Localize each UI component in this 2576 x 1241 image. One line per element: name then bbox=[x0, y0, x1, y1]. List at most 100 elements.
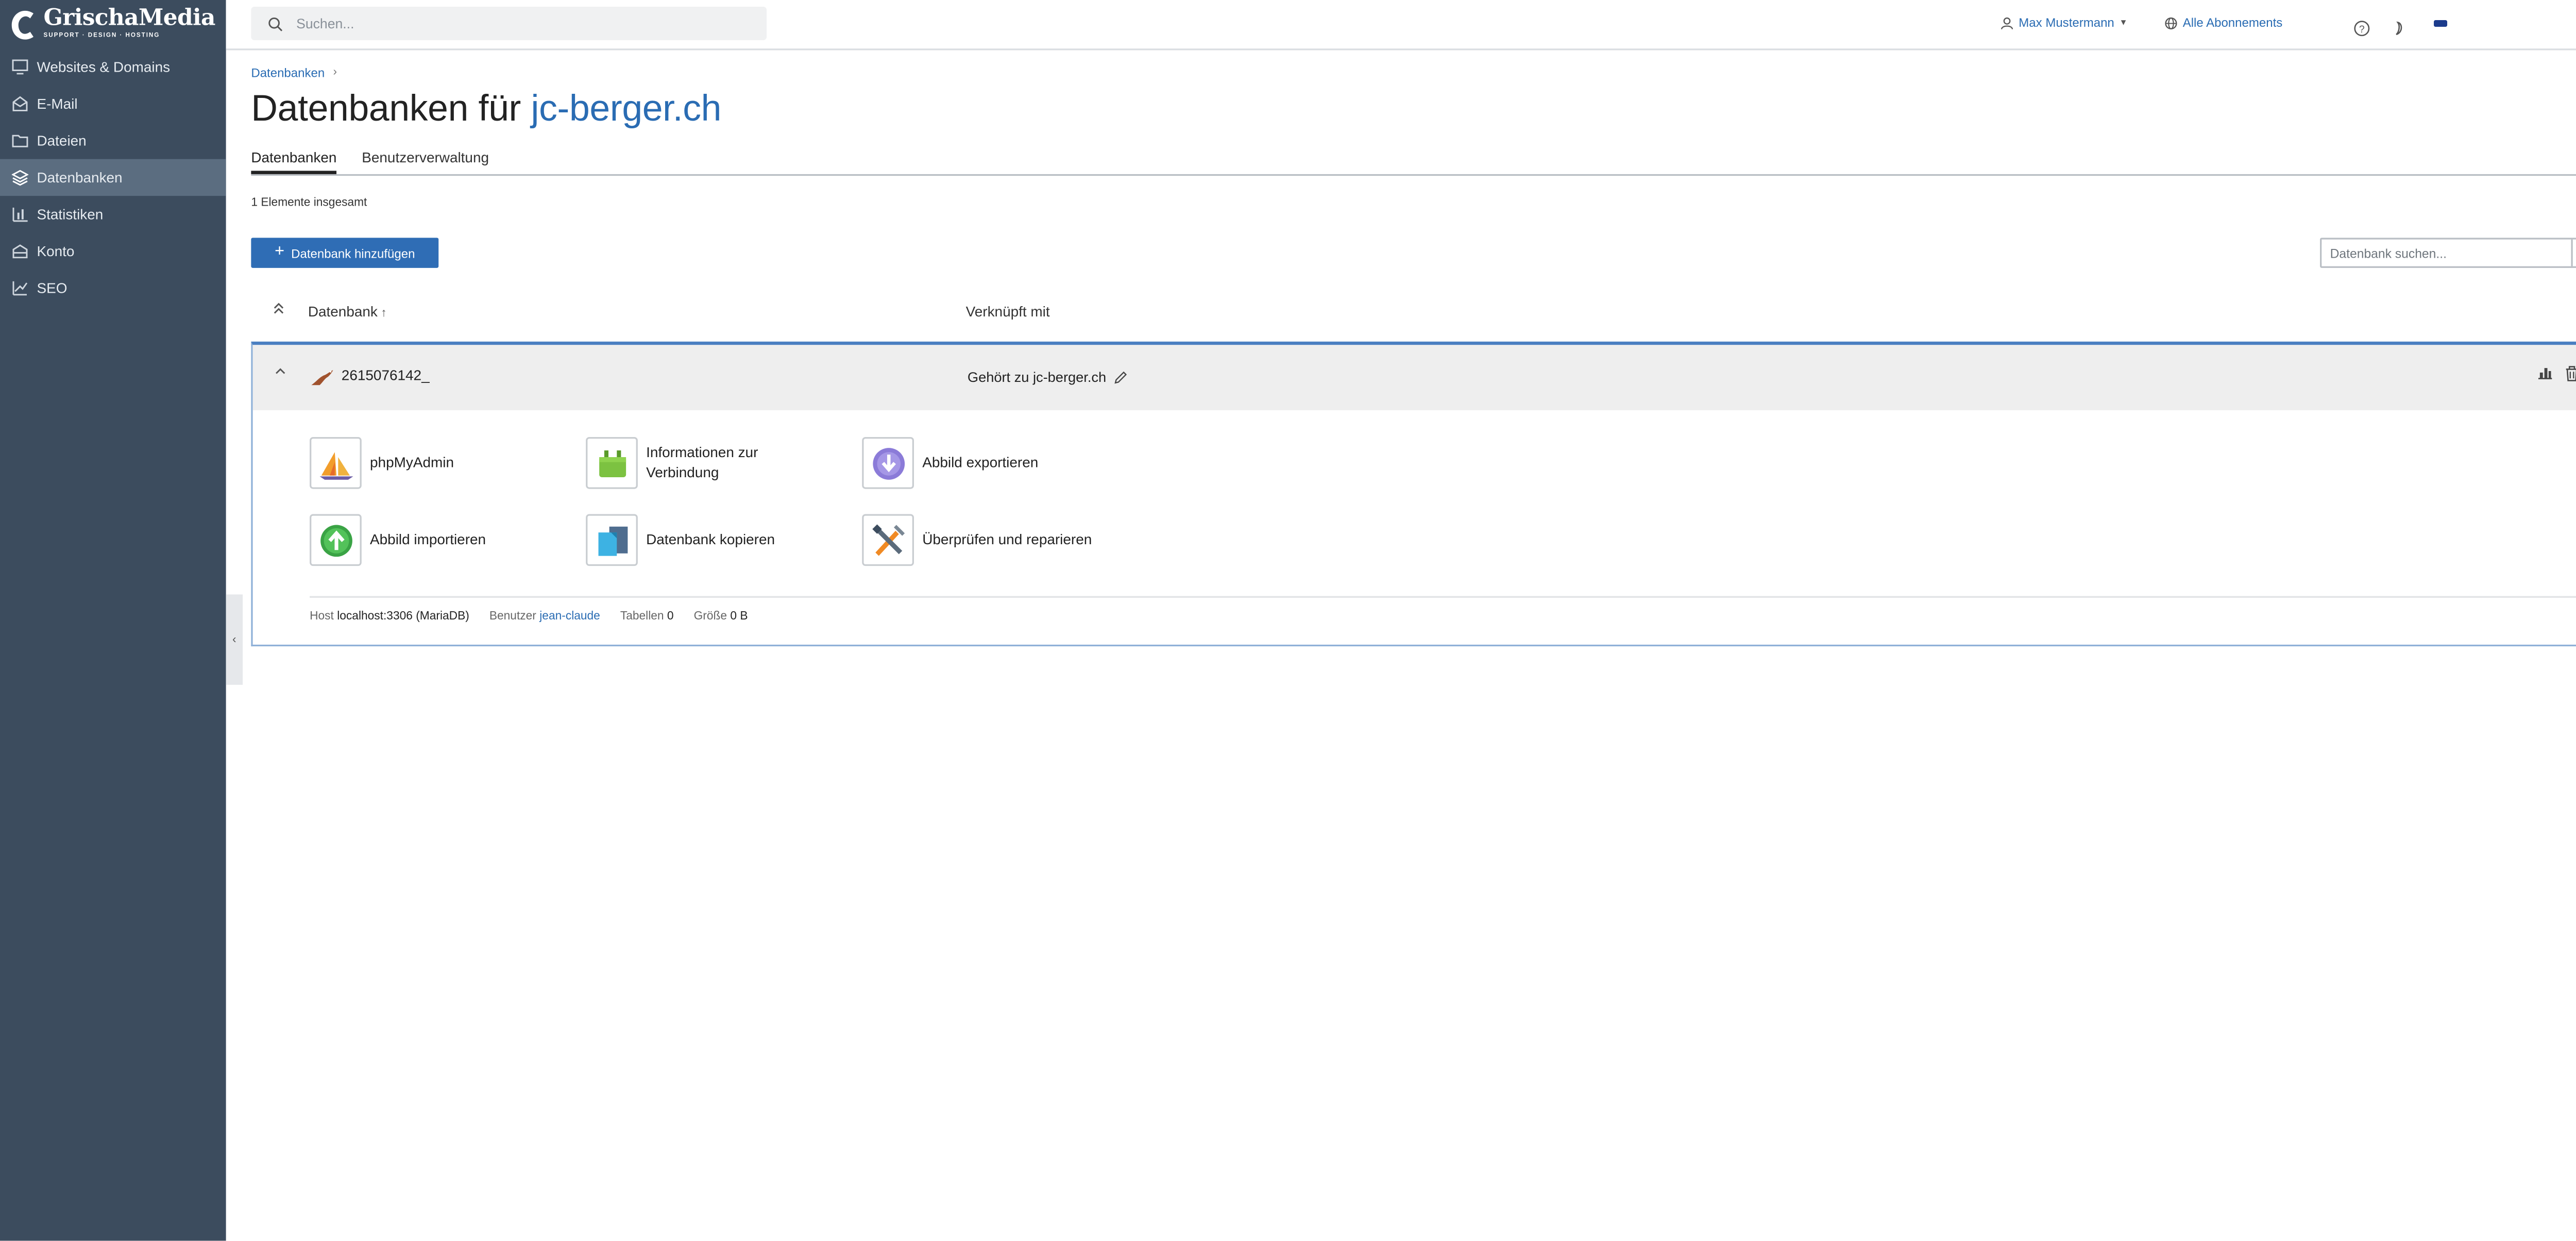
tool-label: phpMyAdmin bbox=[370, 453, 454, 471]
add-database-label: Datenbank hinzufügen bbox=[291, 245, 415, 261]
page-title-prefix: Datenbanken für bbox=[251, 87, 521, 129]
topbar: Max Mustermann ▼ Alle Abonnements ? bbox=[226, 0, 2576, 51]
expand-all-icon[interactable] bbox=[273, 301, 285, 318]
brand-name: GrischaMedia bbox=[43, 6, 215, 33]
sidebar-item-statistics[interactable]: Statistiken bbox=[0, 196, 226, 232]
collapse-row-icon[interactable] bbox=[275, 367, 286, 379]
database-row-header[interactable]: 2615076142_ Gehört zu jc-berger.ch bbox=[252, 345, 2576, 411]
sidebar-item-account[interactable]: Konto bbox=[0, 233, 226, 270]
mariadb-icon bbox=[310, 365, 335, 395]
tool-phpmyadmin[interactable]: phpMyAdmin bbox=[310, 437, 578, 489]
meta-tables-label: Tabellen bbox=[620, 611, 664, 623]
sidebar-item-seo[interactable]: SEO bbox=[0, 270, 226, 306]
plus-icon: + bbox=[275, 243, 285, 261]
sidebar-item-files[interactable]: Dateien bbox=[0, 122, 226, 159]
tool-import-dump[interactable]: Abbild importieren bbox=[310, 514, 578, 566]
meta-size: Größe 0 B bbox=[694, 611, 748, 623]
page-title-domain-link[interactable]: jc-berger.ch bbox=[531, 87, 722, 129]
tool-connection-info[interactable]: Informationen zur Verbindung bbox=[586, 437, 854, 489]
search-icon[interactable] bbox=[2571, 239, 2576, 266]
tab-databases[interactable]: Datenbanken bbox=[251, 149, 337, 174]
monitor-icon bbox=[12, 59, 28, 75]
subscriptions-label: Alle Abonnements bbox=[2182, 15, 2283, 30]
tool-label: Informationen zur Verbindung bbox=[646, 443, 758, 480]
moon-icon[interactable] bbox=[2391, 15, 2405, 45]
add-database-button[interactable]: + Datenbank hinzufügen bbox=[251, 238, 439, 268]
database-owner-text: Gehört zu jc-berger.ch bbox=[967, 368, 1107, 385]
tool-label: Abbild exportieren bbox=[922, 453, 1039, 471]
sidebar-item-label: E-Mail bbox=[37, 95, 78, 112]
breadcrumb-databases-link[interactable]: Datenbanken bbox=[251, 65, 325, 80]
column-header-linked: Verknüpft mit bbox=[965, 303, 1050, 320]
account-icon bbox=[12, 243, 28, 259]
sidebar-item-label: Dateien bbox=[37, 132, 87, 149]
page-title: Datenbanken für jc-berger.ch bbox=[251, 87, 721, 130]
brand-logo[interactable]: GrischaMedia SUPPORT · DESIGN · HOSTING bbox=[0, 0, 226, 48]
meta-user-link[interactable]: jean-claude bbox=[539, 611, 600, 623]
table-header: Datenbank ↑ Verknüpft mit bbox=[251, 300, 2576, 330]
meta-size-label: Größe bbox=[693, 611, 727, 623]
sidebar-item-label: SEO bbox=[37, 279, 67, 297]
sidebar-item-label: Datenbanken bbox=[37, 169, 123, 186]
sidebar: GrischaMedia SUPPORT · DESIGN · HOSTING … bbox=[0, 0, 226, 1241]
tool-label: Abbild importieren bbox=[370, 530, 486, 547]
envelope-icon bbox=[12, 95, 28, 112]
repair-icon bbox=[862, 514, 914, 566]
sidebar-item-label: Konto bbox=[37, 243, 75, 260]
database-row: 2615076142_ Gehört zu jc-berger.ch phpMy… bbox=[251, 341, 2576, 647]
phpmyadmin-icon bbox=[310, 437, 362, 489]
database-search[interactable] bbox=[2320, 238, 2576, 268]
sidebar-nav: Websites & Domains E-Mail Dateien Datenb… bbox=[0, 48, 226, 306]
global-search[interactable] bbox=[251, 6, 767, 40]
sort-arrow-icon: ↑ bbox=[381, 308, 387, 320]
user-name: Max Mustermann bbox=[2019, 15, 2114, 30]
tool-export-dump[interactable]: Abbild exportieren bbox=[862, 437, 1130, 489]
tool-check-repair[interactable]: Überprüfen und reparieren bbox=[862, 514, 1130, 566]
plug-icon bbox=[586, 437, 638, 489]
help-icon[interactable]: ? bbox=[2353, 15, 2370, 45]
meta-tables-value: 0 bbox=[667, 611, 674, 623]
column-database-label: Datenbank bbox=[308, 303, 378, 320]
sidebar-item-websites-domains[interactable]: Websites & Domains bbox=[0, 48, 226, 85]
breadcrumb-separator: › bbox=[333, 66, 337, 79]
sidebar-item-label: Websites & Domains bbox=[37, 58, 171, 76]
logo-mark-icon bbox=[10, 8, 38, 41]
copy-icon bbox=[586, 514, 638, 566]
meta-tables: Tabellen 0 bbox=[620, 611, 674, 623]
sidebar-collapse-toggle[interactable]: ‹ bbox=[226, 594, 243, 685]
sidebar-item-email[interactable]: E-Mail bbox=[0, 86, 226, 122]
user-menu[interactable]: Max Mustermann ▼ bbox=[2001, 15, 2128, 30]
meta-host-label: Host bbox=[310, 611, 334, 623]
folder-icon bbox=[12, 132, 28, 149]
language-flag-icon[interactable] bbox=[2434, 20, 2448, 27]
meta-host-value: localhost:3306 (MariaDB) bbox=[337, 611, 469, 623]
user-icon bbox=[2001, 16, 2013, 29]
sidebar-item-databases[interactable]: Datenbanken bbox=[0, 159, 226, 196]
svg-text:?: ? bbox=[2359, 24, 2365, 35]
column-header-database[interactable]: Datenbank ↑ bbox=[308, 303, 387, 320]
tool-copy-database[interactable]: Datenbank kopieren bbox=[586, 514, 854, 566]
edit-pencil-icon[interactable] bbox=[1113, 369, 1128, 384]
brand-tagline: SUPPORT · DESIGN · HOSTING bbox=[43, 31, 160, 39]
divider bbox=[310, 596, 2576, 598]
meta-host: Host localhost:3306 (MariaDB) bbox=[310, 611, 469, 623]
search-input[interactable] bbox=[293, 14, 735, 33]
tab-user-management[interactable]: Benutzerverwaltung bbox=[362, 149, 489, 174]
trash-icon[interactable] bbox=[2564, 365, 2576, 381]
import-icon bbox=[310, 514, 362, 566]
trend-icon bbox=[12, 280, 28, 296]
database-search-input[interactable] bbox=[2321, 243, 2568, 262]
globe-icon bbox=[2165, 16, 2177, 29]
layers-icon bbox=[11, 169, 29, 186]
subscriptions-link[interactable]: Alle Abonnements bbox=[2164, 15, 2282, 30]
tool-label: Überprüfen und reparieren bbox=[922, 530, 1092, 547]
database-owner: Gehört zu jc-berger.ch bbox=[968, 368, 1128, 385]
bar-chart-icon bbox=[12, 206, 28, 223]
chevron-left-icon: ‹ bbox=[232, 633, 236, 646]
tool-label: Datenbank kopieren bbox=[646, 530, 775, 547]
search-icon bbox=[268, 16, 283, 31]
export-icon bbox=[862, 437, 914, 489]
statistics-icon[interactable] bbox=[2537, 365, 2552, 381]
tabs: Datenbanken Benutzerverwaltung bbox=[251, 149, 2576, 176]
database-name[interactable]: 2615076142_ bbox=[342, 367, 430, 383]
